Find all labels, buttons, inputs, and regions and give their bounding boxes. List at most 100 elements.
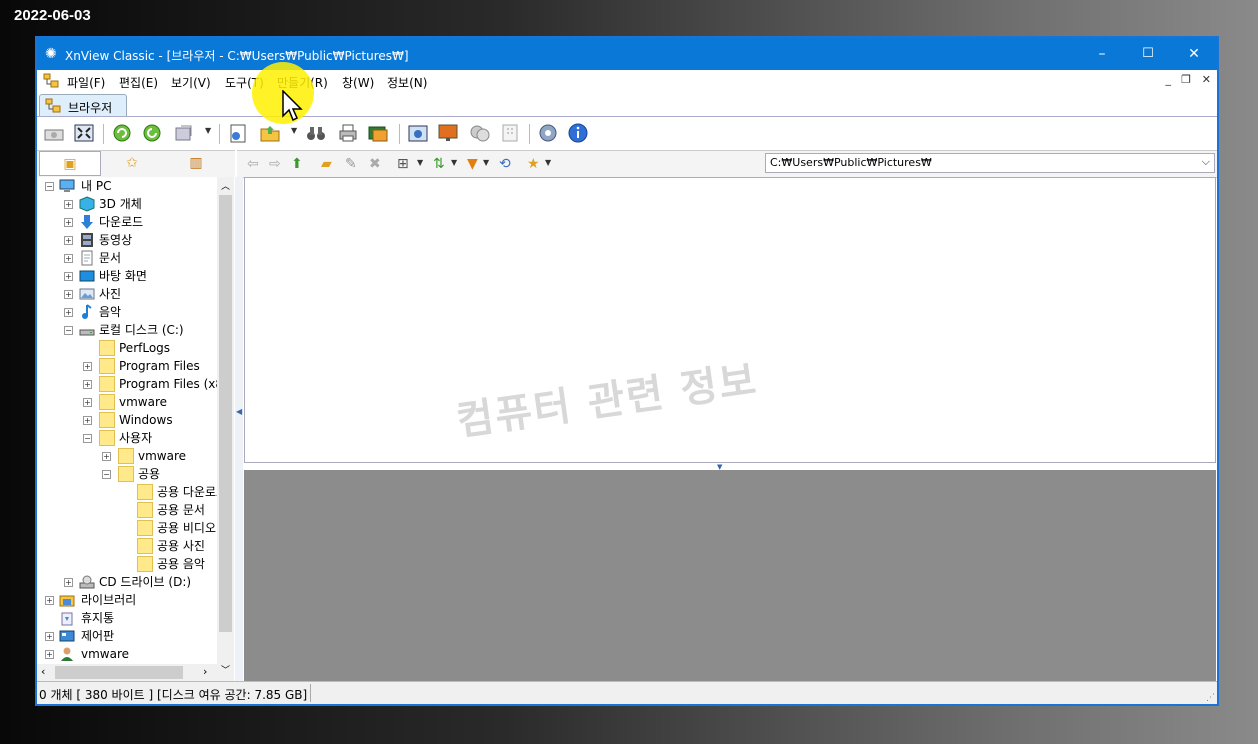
dropdown-arrow-icon[interactable]: ▼ [205,126,211,135]
chevron-down-icon[interactable]: ⌵ [1202,155,1210,169]
tree-horizontal-scrollbar[interactable]: ‹ › [37,664,217,681]
tree-item-vmware-folder[interactable]: + vmware [37,393,217,411]
tree-item-windows[interactable]: + Windows [37,411,217,429]
expand-toggle[interactable]: + [64,290,73,299]
expand-toggle[interactable]: + [64,200,73,209]
expand-toggle[interactable]: + [45,650,54,659]
favorite-star-icon[interactable]: ★ [527,156,540,172]
up-icon[interactable]: ⬆ [291,156,303,172]
collapse-toggle[interactable]: − [83,434,92,443]
menu-info[interactable]: 정보(N) [387,74,427,91]
scroll-right-icon[interactable]: › [203,665,207,678]
expand-toggle[interactable]: + [64,236,73,245]
filter-icon[interactable]: ▼ [467,156,478,172]
tree-item-user-vmware[interactable]: + vmware [37,447,217,465]
tree-item-public-downloads[interactable]: 공용 다운로드 [37,483,217,501]
tree-item-public-pictures[interactable]: 공용 사진 [37,537,217,555]
disk-icon[interactable] [43,122,65,144]
open-folder-icon[interactable] [259,122,281,144]
tree-item-desktop[interactable]: + 바탕 화면 [37,267,217,285]
dropdown-arrow-icon[interactable]: ▼ [545,158,551,167]
screen-icon[interactable] [437,122,459,144]
tree-item-program-files[interactable]: + Program Files [37,357,217,375]
forward-icon[interactable]: ⇨ [269,156,281,172]
scroll-left-icon[interactable]: ‹ [41,665,45,678]
scroll-down-icon[interactable]: ﹀ [221,663,230,676]
collapse-toggle[interactable]: − [64,326,73,335]
panel-tab-folders[interactable]: ▣ [39,151,101,176]
scroll-thumb[interactable] [55,666,183,679]
properties-icon[interactable] [227,122,249,144]
resize-grip-icon[interactable]: ⋰ [1206,693,1215,703]
expand-toggle[interactable]: + [83,362,92,371]
capture-icon[interactable] [407,122,429,144]
slideshow-icon[interactable] [367,122,389,144]
tree-item-music[interactable]: + 음악 [37,303,217,321]
expand-toggle[interactable]: + [64,218,73,227]
tree-item-pictures[interactable]: + 사진 [37,285,217,303]
delete-icon[interactable]: ✖ [369,156,381,172]
menu-view[interactable]: 보기(V) [171,74,211,91]
menu-file[interactable]: 파일(F) [67,74,105,91]
expand-toggle[interactable]: + [64,272,73,281]
dropdown-arrow-icon[interactable]: ▼ [291,126,297,135]
tree-item-public[interactable]: − 공용 [37,465,217,483]
expand-toggle[interactable]: + [64,308,73,317]
binoculars-icon[interactable] [305,122,327,144]
new-folder-icon[interactable]: ▰ [321,156,332,172]
file-list-view[interactable] [244,177,1216,463]
tree-item-my-pc[interactable]: − 내 PC [37,177,217,195]
expand-toggle[interactable]: + [45,632,54,641]
tree-item-videos[interactable]: + 동영상 [37,231,217,249]
expand-toggle[interactable]: + [64,578,73,587]
tree-item-public-videos[interactable]: 공용 비디오 [37,519,217,537]
tree-item-cd-drive[interactable]: + CD 드라이브 (D:) [37,573,217,591]
dropdown-arrow-icon[interactable]: ▼ [417,158,423,167]
sync-icon[interactable]: ⟲ [499,156,511,172]
print-icon[interactable] [337,122,359,144]
tree-item-perflogs[interactable]: PerfLogs [37,339,217,357]
tree-item-program-files-x86[interactable]: + Program Files (x86) [37,375,217,393]
refresh-icon[interactable] [141,122,163,144]
expand-toggle[interactable]: + [83,380,92,389]
tree-item-users[interactable]: − 사용자 [37,429,217,447]
mdi-restore-button[interactable]: ❐ [1181,73,1191,86]
collapse-arrow-icon[interactable]: ◀ [236,407,242,416]
tree-item-3d-objects[interactable]: + 3D 개체 [37,195,217,213]
gear-icon[interactable] [537,122,559,144]
view-mode-icon[interactable]: ⊞ [397,156,409,172]
collapse-toggle[interactable]: − [102,470,111,479]
tree-item-libraries[interactable]: + 라이브러리 [37,591,217,609]
scroll-up-icon[interactable]: ︿ [221,179,230,192]
panel-tab-catalog[interactable]: ▥ [165,151,227,176]
minimize-button[interactable]: – [1079,38,1125,70]
tree-item-public-documents[interactable]: 공용 문서 [37,501,217,519]
convert-icon[interactable] [173,122,195,144]
expand-toggle[interactable]: + [45,596,54,605]
expand-toggle[interactable]: + [83,398,92,407]
maximize-button[interactable]: ☐ [1125,38,1171,70]
tab-browser[interactable]: 브라우저 [39,94,127,116]
tree-item-local-disk-c[interactable]: − 로컬 디스크 (C:) [37,321,217,339]
grid-icon[interactable] [499,122,521,144]
collapse-toggle[interactable]: − [45,182,54,191]
tree-item-downloads[interactable]: + 다운로드 [37,213,217,231]
mdi-minimize-button[interactable]: _ [1166,73,1172,86]
tree-item-user-folder[interactable]: + vmware [37,645,217,663]
compare-icon[interactable] [469,122,491,144]
tree-item-control-panel[interactable]: + 제어판 [37,627,217,645]
panel-tab-favorites[interactable]: ✩ [101,151,163,176]
tree-vertical-scrollbar[interactable]: ︿ ﹀ [217,177,234,682]
scroll-thumb[interactable] [219,195,232,632]
title-bar[interactable]: ✺ XnView Classic - [브라우저 - C:₩Users₩Publ… [37,38,1217,70]
tree-item-recycle-bin[interactable]: 휴지통 [37,609,217,627]
dropdown-arrow-icon[interactable]: ▼ [483,158,489,167]
expand-toggle[interactable]: + [83,416,92,425]
info-icon[interactable] [567,122,589,144]
menu-window[interactable]: 창(W) [342,74,374,91]
dropdown-arrow-icon[interactable]: ▼ [451,158,457,167]
refresh-back-icon[interactable] [111,122,133,144]
rename-icon[interactable]: ✎ [345,156,357,172]
close-button[interactable]: ✕ [1171,38,1217,70]
tree-item-documents[interactable]: + 문서 [37,249,217,267]
